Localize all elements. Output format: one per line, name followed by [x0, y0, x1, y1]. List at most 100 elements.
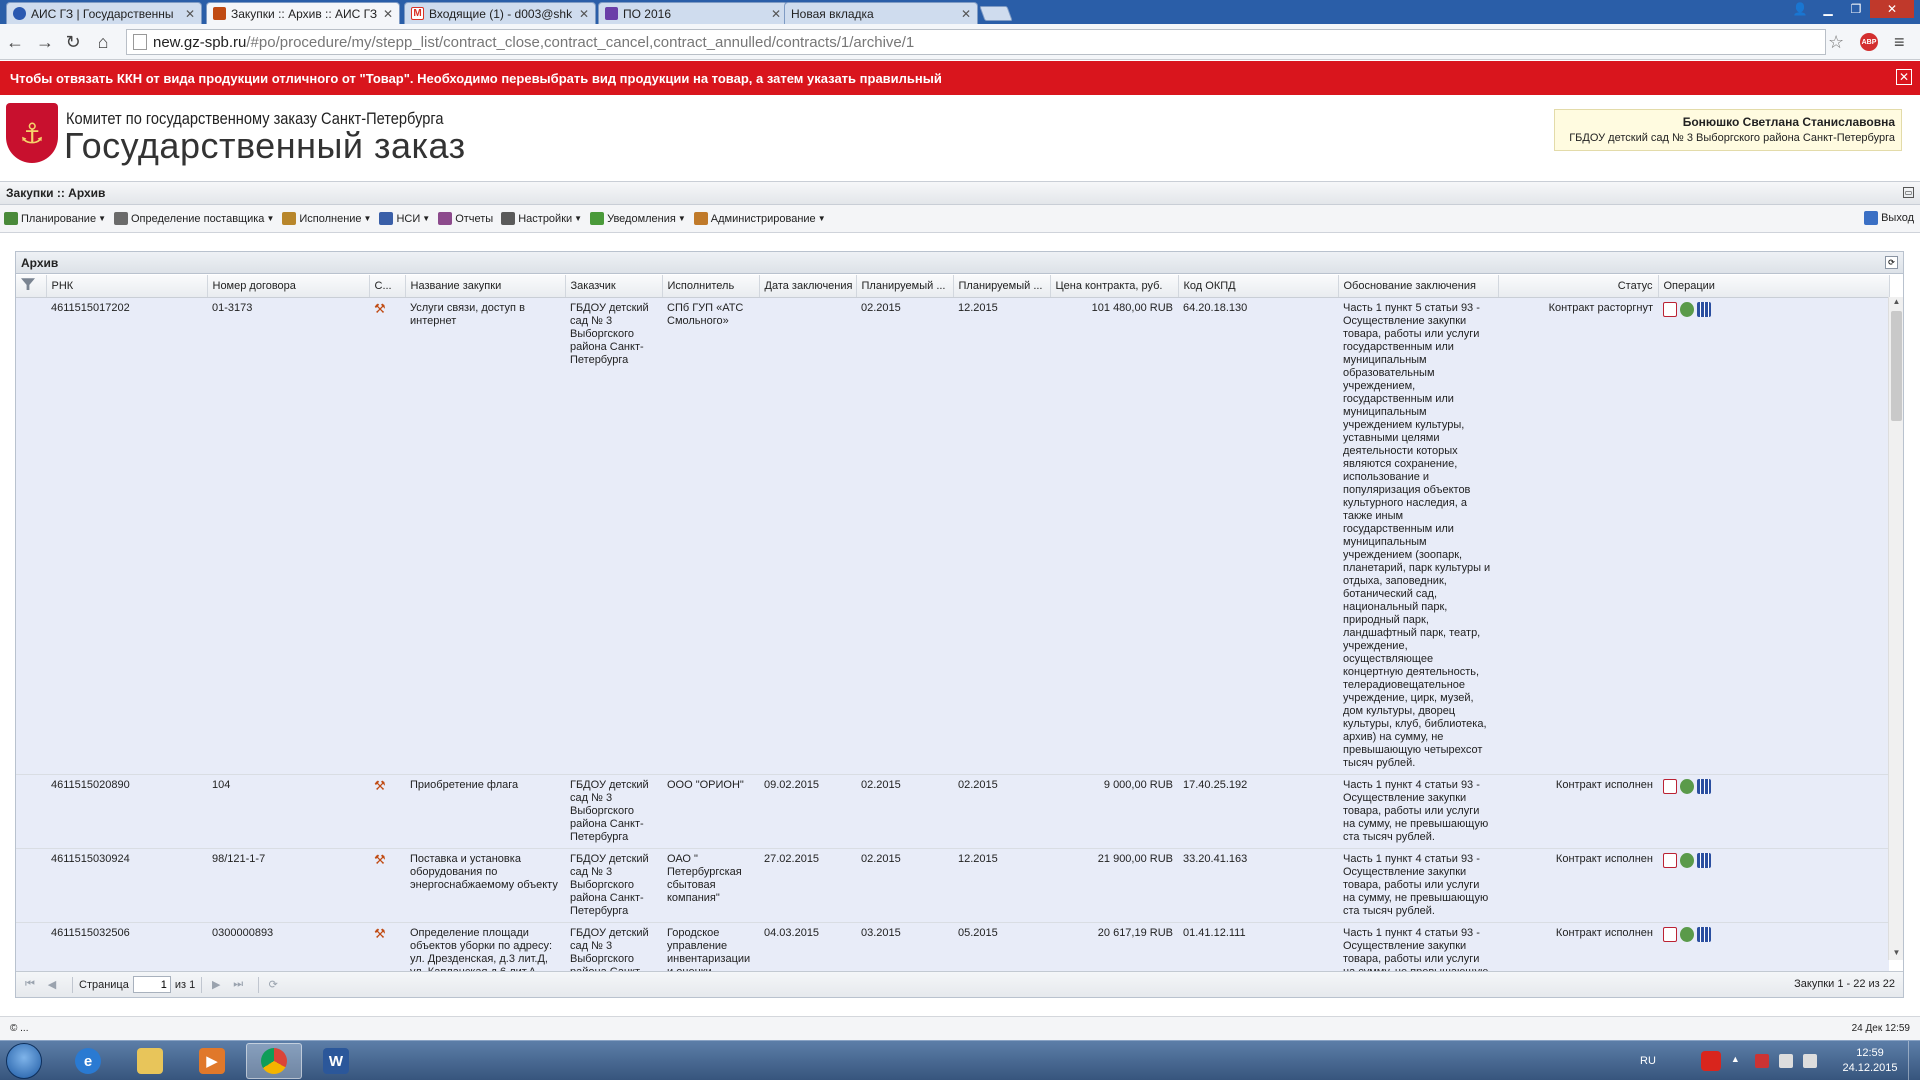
start-button[interactable] [6, 1043, 42, 1079]
bookmark-star-icon[interactable]: ☆ [1828, 32, 1844, 53]
close-window-button[interactable]: ✕ [1870, 0, 1914, 18]
menu-nsi[interactable]: НСИ ▼ [379, 212, 430, 225]
column-header[interactable]: Заказчик [565, 275, 663, 298]
column-header[interactable]: Планируемый ... [856, 275, 954, 298]
barcode-icon[interactable] [1697, 301, 1711, 317]
filter-icon [21, 278, 35, 291]
close-banner-icon[interactable]: ✕ [1896, 69, 1912, 85]
row-selector[interactable] [16, 297, 46, 775]
column-header[interactable]: Статус [1498, 275, 1659, 298]
logout-label: Выход [1881, 212, 1914, 224]
browser-menu-icon[interactable]: ≡ [1894, 32, 1905, 53]
menu-planning[interactable]: Планирование ▼ [4, 212, 106, 225]
column-header[interactable]: Операции [1658, 275, 1890, 298]
settings-icon[interactable] [1680, 852, 1694, 868]
document-icon[interactable] [1663, 301, 1677, 317]
reload-icon[interactable]: ↻ [62, 31, 84, 53]
volume-icon[interactable] [1802, 1054, 1817, 1068]
column-header[interactable]: Обоснование заключения [1338, 275, 1499, 298]
address-bar[interactable]: new.gz-spb.ru/#po/procedure/my/stepp_lis… [126, 29, 1826, 55]
column-header[interactable]: Цена контракта, руб. [1050, 275, 1179, 298]
column-header[interactable]: Исполнитель [662, 275, 760, 298]
chrome-icon [261, 1048, 287, 1074]
adblock-icon[interactable]: ABP [1860, 33, 1878, 51]
column-header[interactable]: РНК [46, 275, 208, 298]
tab-close-icon[interactable]: ✕ [771, 7, 781, 21]
column-header[interactable]: С... [369, 275, 406, 298]
scroll-up-icon[interactable]: ▲ [1889, 297, 1904, 309]
column-header[interactable]: Название закупки [405, 275, 566, 298]
refresh-panel-icon[interactable]: ⟳ [1885, 256, 1898, 269]
table-row[interactable]: 4611515030924 98/121-1-7 ⚒ Поставка и устан… [16, 848, 1889, 923]
page-number-input[interactable] [132, 976, 171, 993]
taskbar-media-player[interactable]: ▶ [184, 1043, 240, 1079]
menu-settings[interactable]: Настройки ▼ [501, 212, 582, 225]
column-header[interactable]: Планируемый ... [953, 275, 1051, 298]
scroll-down-icon[interactable]: ▼ [1889, 948, 1904, 960]
taskbar-chrome[interactable] [246, 1043, 302, 1079]
menu-notifications[interactable]: Уведомления ▼ [590, 212, 686, 225]
browser-tab-3[interactable]: M Входящие (1) - d003@shk ✕ [404, 2, 596, 24]
next-page-icon[interactable]: ▶ [208, 977, 224, 993]
language-indicator[interactable]: RU [1640, 1055, 1656, 1067]
menu-execution[interactable]: Исполнение ▼ [282, 212, 371, 225]
column-header[interactable]: Код ОКПД [1178, 275, 1339, 298]
document-icon[interactable] [1663, 926, 1677, 942]
settings-icon[interactable] [1680, 301, 1694, 317]
tab-close-icon[interactable]: ✕ [185, 7, 195, 21]
cell-contract-number: 98/121-1-7 [207, 848, 369, 923]
minimize-button[interactable]: ▁ [1814, 0, 1842, 18]
barcode-icon[interactable] [1697, 778, 1711, 794]
browser-tab-1[interactable]: АИС ГЗ | Государственны ✕ [6, 2, 202, 24]
menu-reports[interactable]: Отчеты [438, 212, 493, 225]
menu-label: Планирование [21, 212, 97, 225]
row-selector[interactable] [16, 774, 46, 849]
tab-close-icon[interactable]: ✕ [579, 7, 589, 21]
menu-supplier-selection[interactable]: Определение поставщика ▼ [114, 212, 274, 225]
action-center-icon[interactable] [1754, 1054, 1769, 1068]
scrollbar-thumb[interactable] [1891, 311, 1902, 421]
column-header[interactable]: Номер договора [207, 275, 370, 298]
settings-icon[interactable] [1680, 778, 1694, 794]
taskbar-ie[interactable]: e [60, 1043, 116, 1079]
restore-button[interactable]: ❐ [1842, 0, 1870, 18]
back-arrow-icon[interactable]: ← [4, 31, 26, 53]
cell-plan-start: 02.2015 [856, 848, 953, 923]
system-clock[interactable]: 12:59 24.12.2015 [1840, 1046, 1900, 1076]
last-page-icon[interactable]: ⏭ [230, 977, 246, 993]
home-icon[interactable]: ⌂ [92, 31, 114, 53]
forward-arrow-icon[interactable]: → [34, 31, 56, 53]
refresh-icon[interactable]: ⟳ [265, 977, 281, 993]
table-row[interactable]: 4611515017202 01-3173 ⚒ Услуги связи, досту… [16, 297, 1889, 775]
show-desktop-button[interactable] [1908, 1041, 1920, 1080]
logout-button[interactable]: Выход [1864, 211, 1914, 225]
browser-tab-2[interactable]: Закупки :: Архив :: АИС ГЗ ✕ [206, 2, 400, 24]
document-icon[interactable] [1663, 852, 1677, 868]
vertical-scrollbar[interactable]: ▲ ▼ [1888, 297, 1903, 960]
settings-icon[interactable] [1680, 926, 1694, 942]
prev-page-icon[interactable]: ◀ [44, 977, 60, 993]
document-icon[interactable] [1663, 778, 1677, 794]
user-icon[interactable]: 👤 [1786, 0, 1814, 18]
menu-administration[interactable]: Администрирование ▼ [693, 212, 826, 225]
first-page-icon[interactable]: ⏮ [22, 977, 38, 993]
new-tab-button[interactable] [979, 6, 1013, 21]
collapse-icon[interactable]: ▭ [1903, 187, 1914, 198]
notification-center-icon[interactable] [1700, 1051, 1721, 1071]
tab-close-icon[interactable]: ✕ [961, 7, 971, 21]
column-filter[interactable] [16, 275, 47, 298]
row-selector[interactable] [16, 848, 46, 923]
network-icon[interactable] [1778, 1054, 1793, 1068]
show-hidden-icons-icon[interactable]: ▲ [1731, 1054, 1745, 1068]
barcode-icon[interactable] [1697, 852, 1711, 868]
tab-close-icon[interactable]: ✕ [383, 7, 393, 21]
taskbar-word[interactable]: W [308, 1043, 364, 1079]
browser-tab-5[interactable]: Новая вкладка ✕ [784, 2, 978, 24]
browser-tab-4[interactable]: ПО 2016 ✕ [598, 2, 788, 24]
column-header[interactable]: Дата заключения [759, 275, 857, 298]
barcode-icon[interactable] [1697, 926, 1711, 942]
table-row[interactable]: 4611515020890 104 ⚒ Приобретение флага ГБДОУ… [16, 774, 1889, 849]
taskbar-explorer[interactable] [122, 1043, 178, 1079]
panel-header: Архив ⟳ [16, 252, 1903, 274]
tab-title: АИС ГЗ | Государственны [31, 6, 174, 21]
